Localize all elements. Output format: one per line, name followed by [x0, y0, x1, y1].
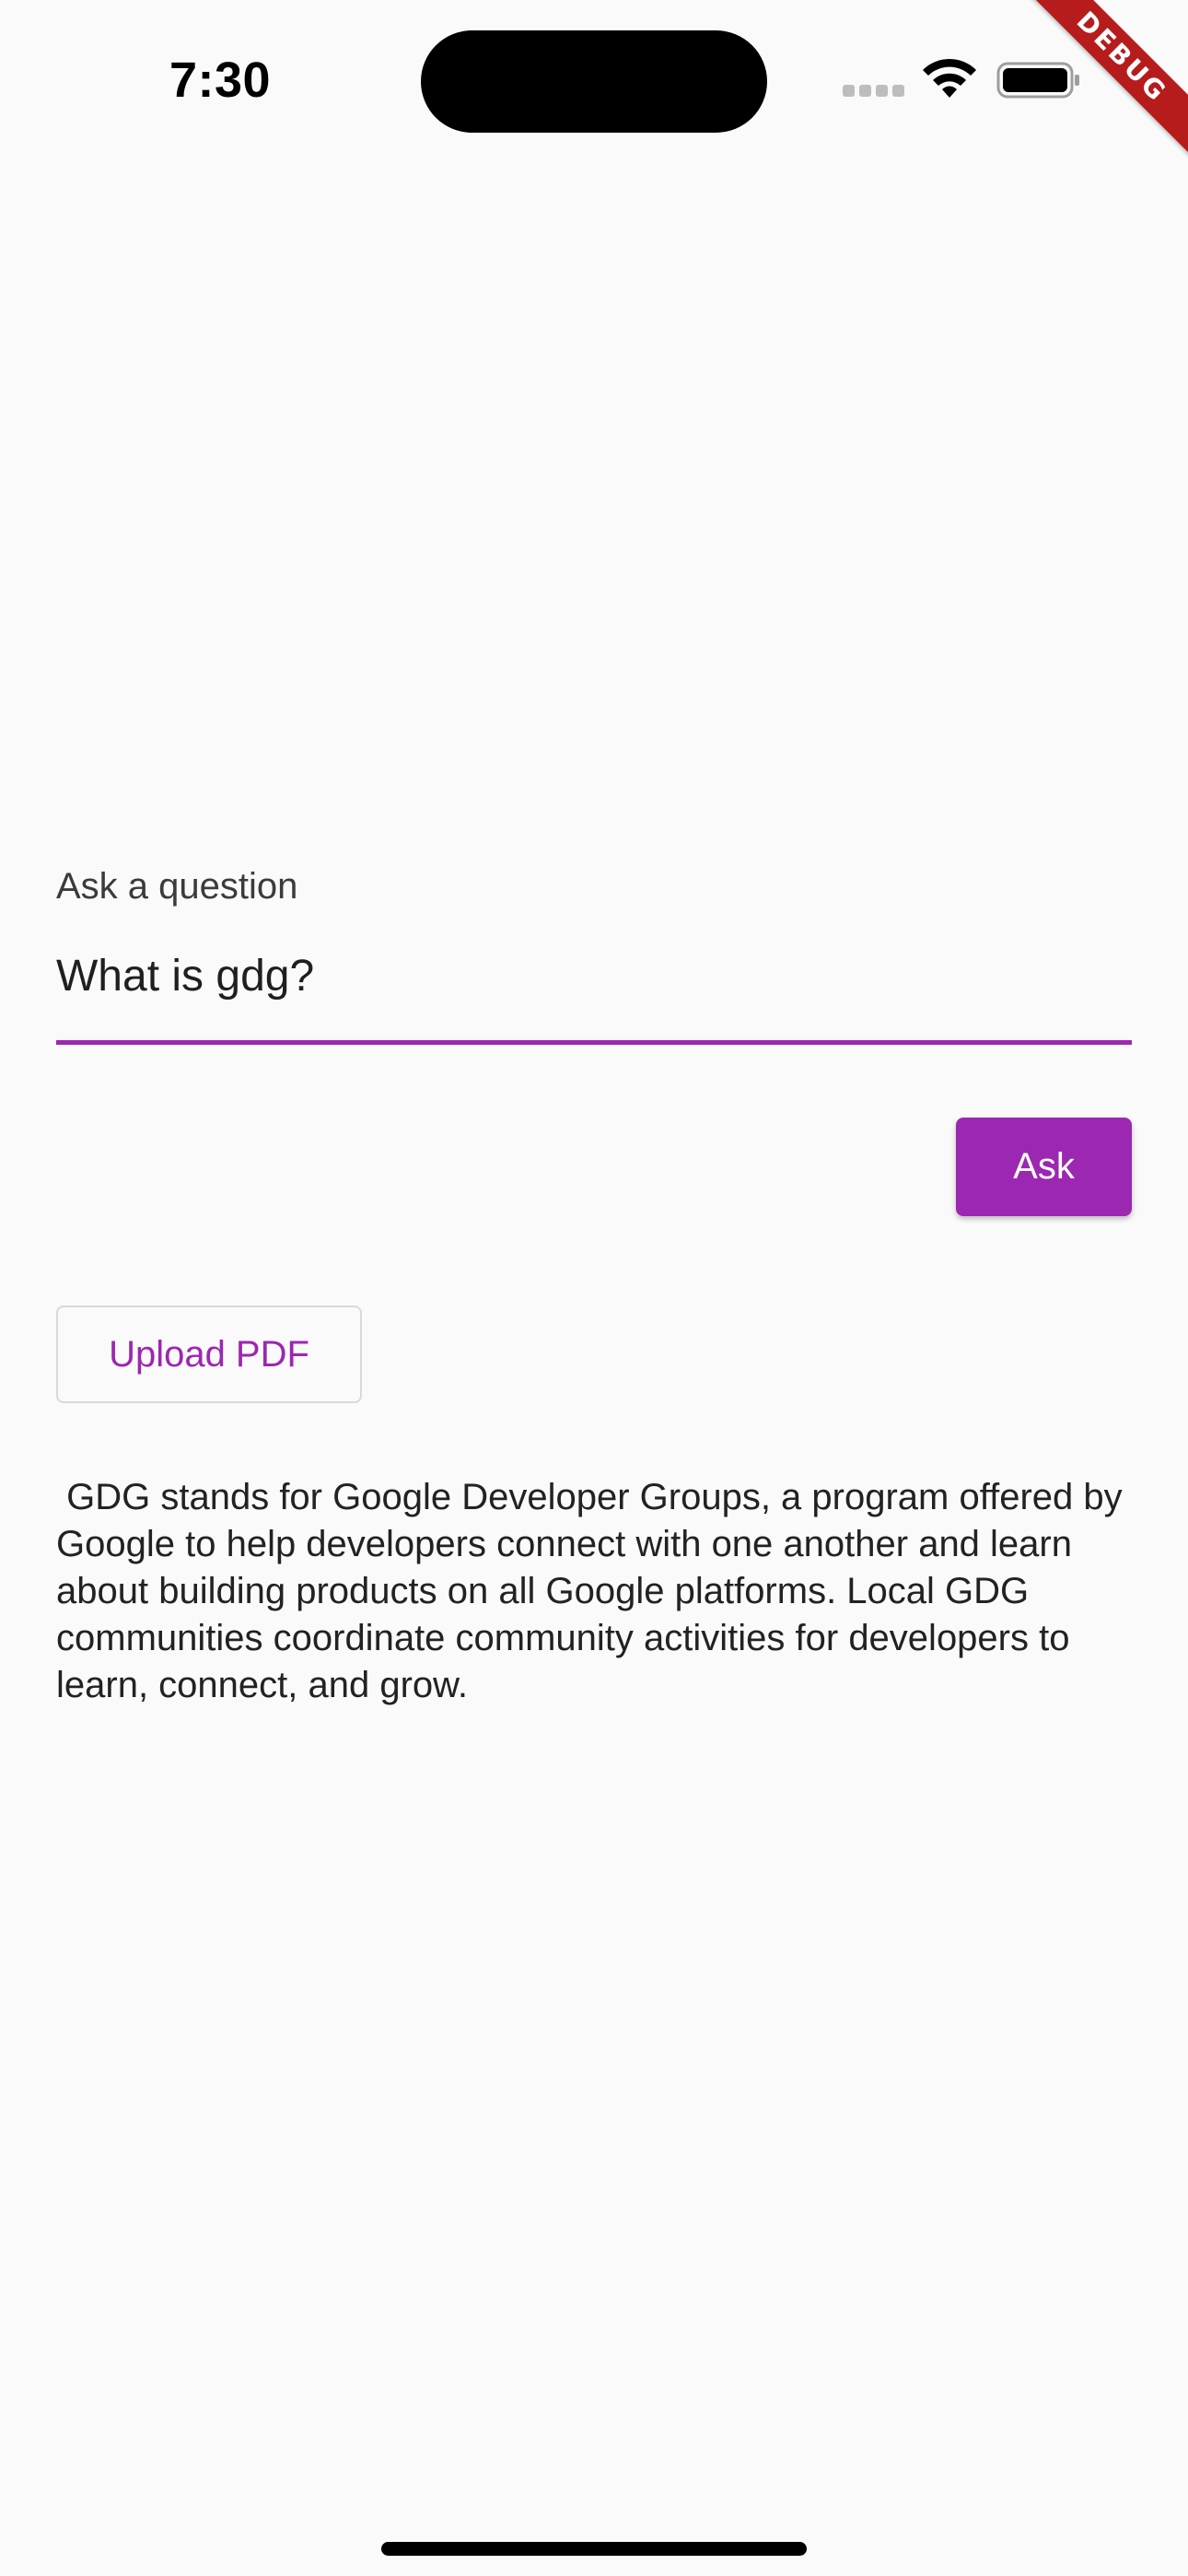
battery-icon: [996, 62, 1079, 99]
home-indicator[interactable]: [381, 2542, 807, 2556]
question-input[interactable]: What is gdg?: [56, 951, 314, 1001]
status-time: 7:30: [169, 53, 272, 108]
upload-pdf-button[interactable]: Upload PDF: [56, 1306, 362, 1403]
cellular-signal-icon: [843, 85, 905, 100]
app-screen: 7:30 DEBUG Ask a question What is gdg? A…: [0, 0, 1188, 2576]
question-field-underline: [56, 1040, 1132, 1045]
dynamic-island: [421, 30, 767, 133]
wifi-icon: [923, 58, 976, 98]
question-field-label: Ask a question: [56, 866, 298, 907]
answer-text: GDG stands for Google Developer Groups, …: [56, 1477, 1133, 1705]
ask-button[interactable]: Ask: [956, 1118, 1132, 1216]
